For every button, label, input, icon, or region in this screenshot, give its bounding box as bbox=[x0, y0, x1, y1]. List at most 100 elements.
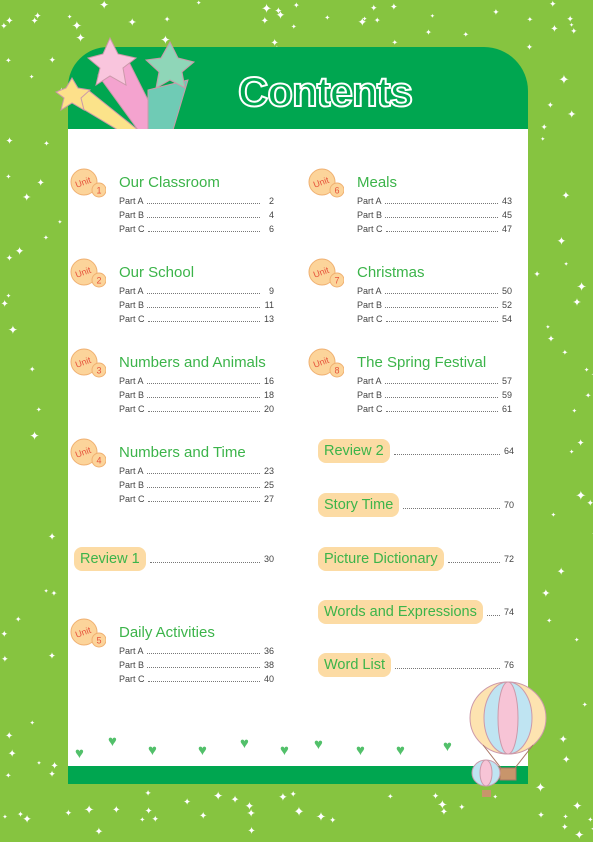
star-icon: ✦ bbox=[361, 16, 368, 24]
part-entry[interactable]: Part B 25 bbox=[119, 480, 274, 490]
part-entry[interactable]: Part C 47 bbox=[357, 224, 512, 234]
section-entry[interactable]: Review 2 64 bbox=[318, 439, 514, 463]
star-icon: ✦ bbox=[144, 788, 152, 799]
part-entry[interactable]: Part A 43 bbox=[357, 196, 512, 206]
part-label: Part A bbox=[119, 286, 144, 296]
unit-title[interactable]: Meals bbox=[357, 174, 397, 191]
leader-dots bbox=[147, 667, 260, 668]
part-entry[interactable]: Part B 45 bbox=[357, 210, 512, 220]
section-entry[interactable]: Review 1 30 bbox=[74, 547, 274, 571]
part-label: Part A bbox=[357, 196, 382, 206]
part-entry[interactable]: Part A 23 bbox=[119, 466, 274, 476]
star-icon: ✦ bbox=[163, 14, 171, 24]
part-entry[interactable]: Part C 54 bbox=[357, 314, 512, 324]
section-entry[interactable]: Story Time 70 bbox=[318, 493, 514, 517]
part-entry[interactable]: Part B 59 bbox=[357, 390, 512, 400]
part-entry[interactable]: Part B 52 bbox=[357, 300, 512, 310]
part-label: Part C bbox=[119, 494, 145, 504]
star-icon: ✦ bbox=[545, 323, 551, 331]
section-entry[interactable]: Words and Expressions 74 bbox=[318, 600, 514, 624]
hot-air-balloon-illustration bbox=[469, 681, 547, 797]
star-icon: ✦ bbox=[5, 55, 12, 65]
part-entry[interactable]: Part B 18 bbox=[119, 390, 274, 400]
star-icon: ✦ bbox=[425, 27, 432, 37]
part-entry[interactable]: Part A 57 bbox=[357, 376, 512, 386]
star-icon: ✦ bbox=[389, 2, 398, 14]
part-entry[interactable]: Part A 9 bbox=[119, 286, 274, 296]
unit-title[interactable]: Daily Activities bbox=[119, 624, 215, 641]
star-icon: ✦ bbox=[43, 139, 50, 149]
part-label: Part C bbox=[357, 224, 383, 234]
leader-dots bbox=[146, 293, 260, 294]
star-icon: ✦ bbox=[0, 20, 8, 31]
heart-icon: ♥ bbox=[396, 742, 405, 759]
star-icon: ✦ bbox=[48, 769, 56, 780]
star-icon: ✦ bbox=[43, 588, 49, 596]
star-icon: ✦ bbox=[581, 702, 588, 710]
leader-dots bbox=[146, 653, 260, 654]
part-entry[interactable]: Part C 61 bbox=[357, 404, 512, 414]
unit-title[interactable]: Our Classroom bbox=[119, 174, 220, 191]
unit-title[interactable]: Numbers and Time bbox=[119, 444, 246, 461]
part-entry[interactable]: Part C 13 bbox=[119, 314, 274, 324]
section-title: Picture Dictionary bbox=[318, 547, 444, 571]
leader-dots bbox=[147, 501, 260, 502]
svg-text:2: 2 bbox=[97, 276, 102, 286]
part-entry[interactable]: Part A 36 bbox=[119, 646, 274, 656]
section-title: Story Time bbox=[318, 493, 400, 517]
part-entry[interactable]: Part C 20 bbox=[119, 404, 274, 414]
part-label: Part A bbox=[357, 376, 382, 386]
star-icon: ✦ bbox=[329, 815, 337, 826]
star-icon: ✦ bbox=[183, 796, 192, 808]
page-number: 38 bbox=[264, 660, 275, 670]
part-entry[interactable]: Part B 38 bbox=[119, 660, 274, 670]
part-entry[interactable]: Part B 4 bbox=[119, 210, 274, 220]
star-icon: ✦ bbox=[292, 1, 300, 11]
leader-dots bbox=[385, 397, 498, 398]
heart-icon: ♥ bbox=[314, 736, 323, 753]
star-icon: ✦ bbox=[294, 805, 303, 817]
star-icon: ✦ bbox=[290, 24, 297, 32]
part-label: Part C bbox=[119, 224, 145, 234]
star-icon: ✦ bbox=[83, 803, 95, 817]
star-icon: ✦ bbox=[2, 813, 8, 821]
page-number: 47 bbox=[502, 224, 513, 234]
star-icon: ✦ bbox=[36, 760, 42, 768]
svg-text:4: 4 bbox=[97, 456, 102, 466]
section-entry[interactable]: Picture Dictionary 72 bbox=[318, 547, 514, 571]
star-icon: ✦ bbox=[525, 41, 534, 52]
star-icon: ✦ bbox=[230, 794, 240, 807]
page-number: 50 bbox=[502, 286, 513, 296]
part-entry[interactable]: Part C 6 bbox=[119, 224, 274, 234]
heart-icon: ♥ bbox=[240, 735, 249, 752]
part-entry[interactable]: Part A 16 bbox=[119, 376, 274, 386]
leader-dots bbox=[384, 293, 498, 294]
part-label: Part B bbox=[357, 300, 383, 310]
star-icon: ✦ bbox=[33, 10, 42, 22]
leader-dots bbox=[486, 609, 500, 616]
leader-dots bbox=[147, 487, 260, 488]
unit-title[interactable]: Numbers and Animals bbox=[119, 354, 266, 371]
page-number: 45 bbox=[502, 210, 513, 220]
shooting-stars-illustration bbox=[54, 36, 196, 130]
star-icon: ✦ bbox=[247, 826, 256, 838]
part-entry[interactable]: Part C 40 bbox=[119, 674, 274, 684]
star-icon: ✦ bbox=[48, 650, 56, 662]
heart-icon: ♥ bbox=[75, 745, 84, 762]
unit-title[interactable]: Christmas bbox=[357, 264, 425, 281]
part-entry[interactable]: Part C 27 bbox=[119, 494, 274, 504]
page-number: 18 bbox=[264, 390, 275, 400]
heart-icon: ♥ bbox=[443, 738, 452, 755]
star-icon: ✦ bbox=[586, 498, 593, 509]
part-entry[interactable]: Part A 2 bbox=[119, 196, 274, 206]
part-entry[interactable]: Part B 11 bbox=[119, 300, 274, 310]
star-icon: ✦ bbox=[28, 74, 35, 82]
svg-text:3: 3 bbox=[97, 366, 102, 376]
part-label: Part B bbox=[119, 210, 145, 220]
section-entry[interactable]: Word List 76 bbox=[318, 653, 514, 677]
part-entry[interactable]: Part A 50 bbox=[357, 286, 512, 296]
unit-title[interactable]: Our School bbox=[119, 264, 194, 281]
unit-title[interactable]: The Spring Festival bbox=[357, 354, 486, 371]
star-icon: ✦ bbox=[278, 791, 288, 804]
star-icon: ✦ bbox=[561, 348, 569, 358]
